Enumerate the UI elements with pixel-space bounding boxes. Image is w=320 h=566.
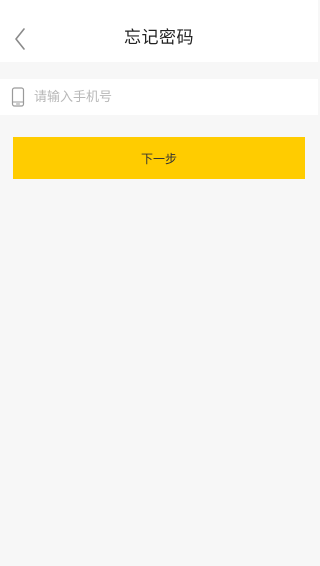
forgot-password-screen: 忘记密码 下一步: [0, 0, 318, 566]
nav-bar: 忘记密码: [0, 0, 318, 62]
phone-number-input[interactable]: [34, 79, 304, 115]
mobile-phone-icon: [11, 87, 25, 107]
phone-field-row: [0, 79, 318, 115]
page-title: 忘记密码: [124, 28, 194, 48]
next-step-button[interactable]: 下一步: [13, 137, 305, 179]
